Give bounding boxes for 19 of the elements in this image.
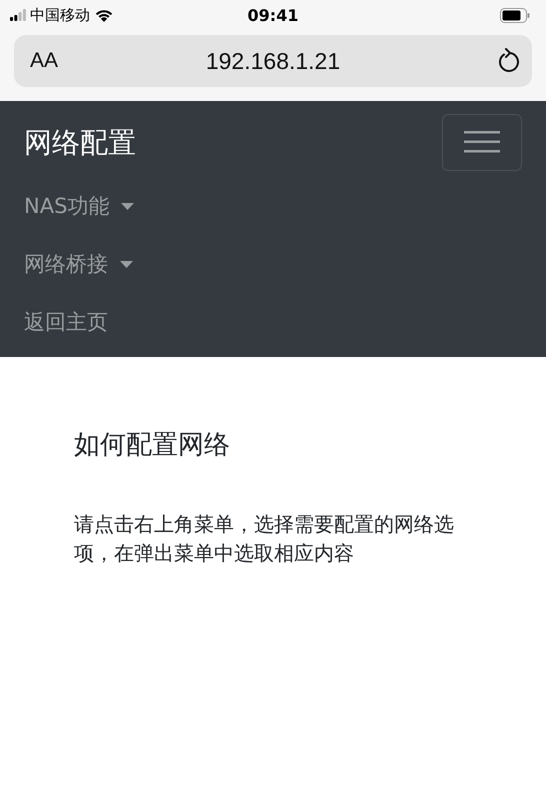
nav-link[interactable]: 返回主页 — [24, 308, 108, 336]
dropdown-menu-link[interactable]: 网络桥接 — [24, 250, 108, 278]
address-bar[interactable]: AA 192.168.1.21 — [14, 35, 532, 87]
site-title[interactable]: 网络配置 — [24, 124, 136, 162]
wifi-icon — [94, 8, 114, 22]
dropdown-menu-link[interactable]: NAS功能 — [24, 192, 110, 220]
url-text: 192.168.1.21 — [204, 48, 342, 74]
reload-icon[interactable] — [496, 48, 520, 74]
instruction-text: 请点击右上角菜单，选择需要配置的网络选项，在弹出菜单中选取相应内容 — [74, 511, 455, 567]
text-size-button[interactable]: AA — [14, 49, 58, 73]
carrier-name: 中国移动 — [30, 6, 90, 24]
page-heading: 如何配置网络 — [74, 429, 231, 462]
battery-icon — [500, 8, 530, 22]
menu-icon — [464, 129, 500, 155]
menu-button[interactable] — [442, 114, 522, 170]
caret-icon[interactable] — [120, 260, 133, 268]
caret-icon[interactable] — [121, 202, 134, 210]
signal-icon — [10, 9, 26, 21]
clock-time: 09:41 — [246, 6, 300, 24]
